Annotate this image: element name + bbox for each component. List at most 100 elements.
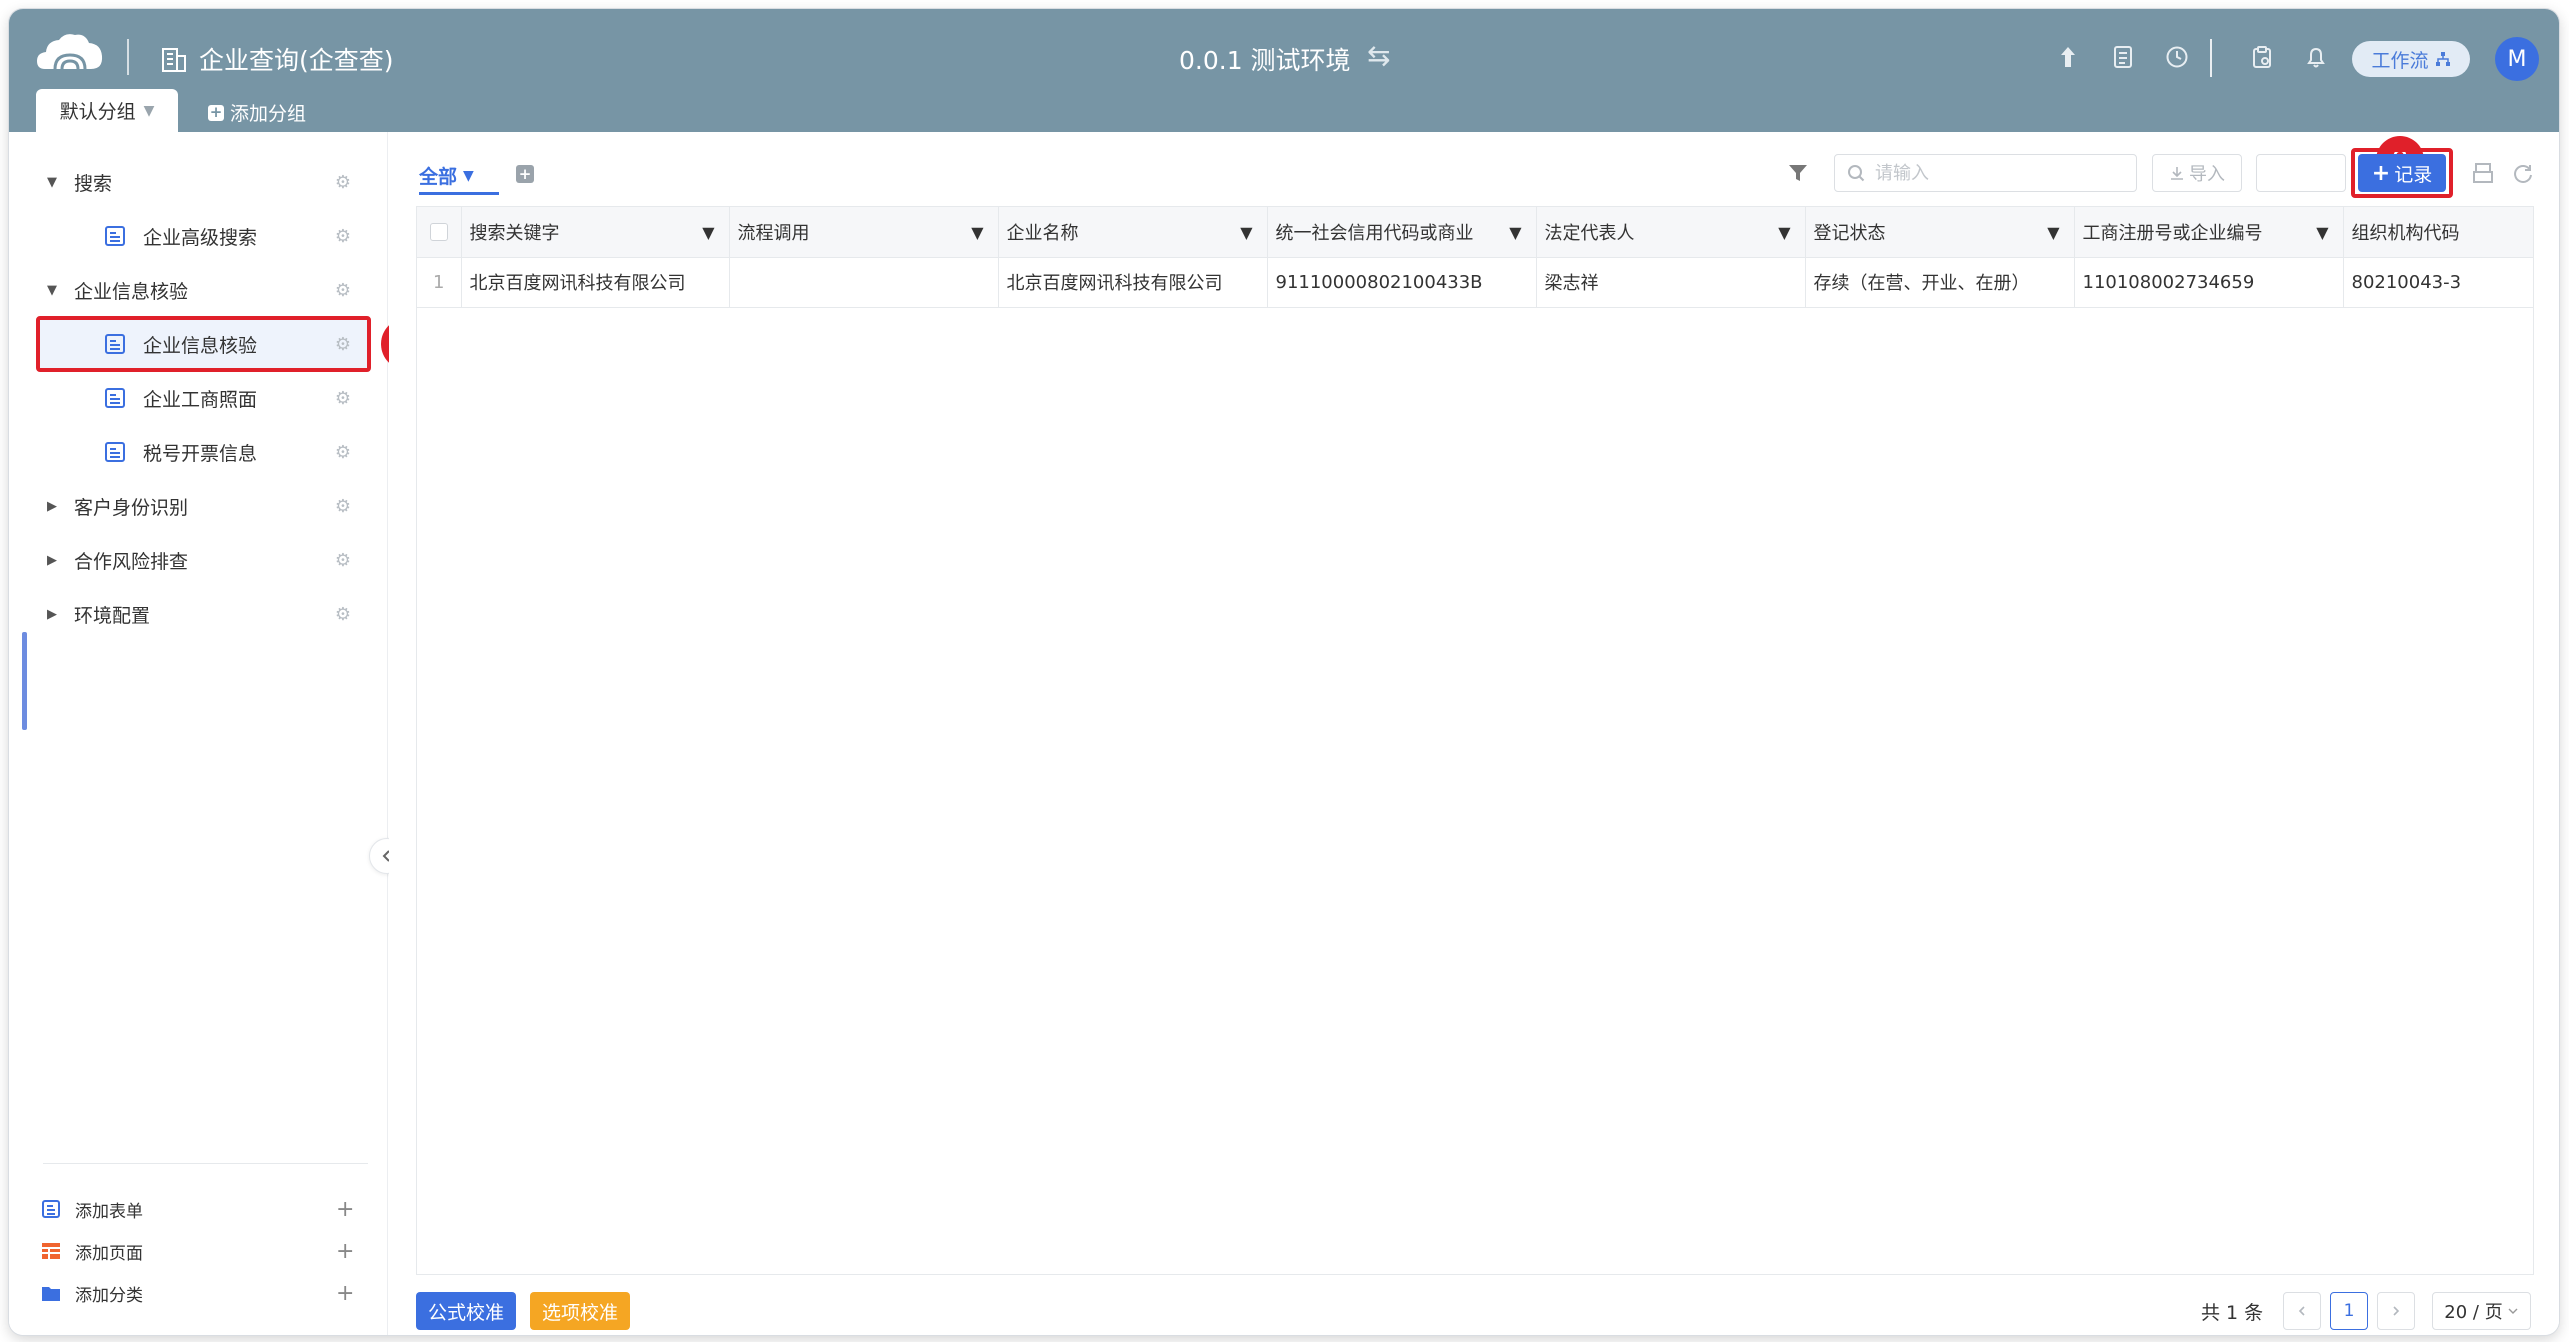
sidebar-divider	[43, 1163, 368, 1164]
folder-add-icon	[42, 1287, 60, 1301]
column-header[interactable]: 登记状态 ▼	[1805, 207, 2075, 258]
import-button[interactable]: 导入	[2152, 154, 2242, 192]
table-cell[interactable]: 北京百度网讯科技有限公司	[998, 257, 1268, 308]
column-header-label: 统一社会信用代码或商业	[1275, 222, 1474, 244]
caret-down-icon[interactable]: ▼	[2316, 223, 2328, 242]
plus-icon: +	[336, 1238, 355, 1264]
select-all-checkbox[interactable]	[429, 222, 448, 241]
print-icon[interactable]	[2469, 159, 2497, 187]
user-avatar[interactable]: M	[2495, 37, 2539, 81]
gear-icon[interactable]: ⚙	[334, 496, 352, 517]
select-all-cell[interactable]	[417, 207, 462, 258]
table-row[interactable]: 1 北京百度网讯科技有限公司 北京百度网讯科技有限公司 911100008021…	[417, 257, 2534, 308]
caret-down-icon[interactable]: ▼	[971, 223, 983, 242]
column-header-label: 企业名称	[1006, 222, 1079, 244]
document-icon[interactable]	[2109, 43, 2137, 71]
sidebar-item-label: 企业信息核验	[74, 280, 189, 303]
table-cell[interactable]: 110108002734659	[2074, 257, 2344, 308]
cloud-logo-icon[interactable]	[35, 31, 105, 75]
chevron-left-icon	[2298, 1306, 2305, 1316]
sidebar-item-label: 环境配置	[74, 604, 151, 627]
plus-icon: +	[208, 103, 224, 121]
sidebar-folder-customer-id[interactable]: ▶ 客户身份识别 ⚙	[9, 481, 369, 531]
sidebar-item-advanced-search[interactable]: 企业高级搜索 ⚙	[9, 211, 369, 261]
column-header-label: 搜索关键字	[469, 222, 560, 244]
page-number-button[interactable]: 1	[2330, 1292, 2368, 1330]
column-header[interactable]: 搜索关键字 ▼	[461, 207, 730, 258]
search-icon	[1848, 165, 1865, 182]
prev-page-button[interactable]	[2283, 1292, 2321, 1330]
gear-icon[interactable]: ⚙	[334, 442, 352, 463]
gear-icon[interactable]: ⚙	[334, 280, 352, 301]
sidebar-folder-risk-check[interactable]: ▶ 合作风险排查 ⚙	[9, 535, 369, 585]
add-form-label: 添加表单	[75, 1201, 143, 1222]
caret-down-icon[interactable]: ▼	[1240, 223, 1252, 242]
column-header[interactable]: 企业名称 ▼	[998, 207, 1268, 258]
add-form-button[interactable]: 添加表单 +	[41, 1191, 361, 1227]
form-icon	[105, 442, 125, 462]
sidebar-item-tax-invoice[interactable]: 税号开票信息 ⚙	[9, 427, 369, 477]
sidebar-scrollbar[interactable]	[22, 632, 27, 730]
chevron-down-icon	[2508, 1308, 2518, 1314]
gear-icon[interactable]: ⚙	[334, 388, 352, 409]
search-input[interactable]	[1875, 162, 2115, 184]
table-cell[interactable]	[729, 257, 999, 308]
sidebar-folder-search[interactable]: ▼ 搜索 ⚙	[9, 157, 369, 207]
active-tab-indicator	[419, 192, 499, 195]
column-header[interactable]: 工商注册号或企业编号 ▼	[2074, 207, 2344, 258]
download-icon	[2171, 167, 2183, 180]
sidebar-item-business-info[interactable]: 企业工商照面 ⚙	[9, 373, 369, 423]
caret-down-icon[interactable]: ▼	[702, 223, 714, 242]
environment-title[interactable]: 0.0.1 测试环境	[1179, 41, 1351, 77]
column-header[interactable]: 流程调用 ▼	[729, 207, 999, 258]
add-page-button[interactable]: 添加页面 +	[41, 1233, 361, 1269]
column-header-label: 法定代表人	[1544, 222, 1635, 244]
column-header-label: 工商注册号或企业编号	[2082, 222, 2263, 244]
add-category-button[interactable]: 添加分类 +	[41, 1275, 361, 1311]
formula-calibrate-button[interactable]: 公式校准	[416, 1292, 516, 1330]
group-tab-label: 默认分组	[59, 101, 136, 123]
add-group-button[interactable]: + 添加分组	[208, 99, 306, 126]
caret-right-icon[interactable]: ▶	[45, 553, 59, 568]
gear-icon[interactable]: ⚙	[334, 172, 352, 193]
caret-down-icon[interactable]: ▼	[45, 175, 59, 190]
table-cell[interactable]: 北京百度网讯科技有限公司	[461, 257, 730, 308]
add-view-button[interactable]: +	[516, 165, 534, 183]
table-cell[interactable]: 91110000802100433B	[1267, 257, 1537, 308]
switch-environment-icon[interactable]: ⇆	[1367, 39, 1390, 72]
table-cell[interactable]: 梁志祥	[1536, 257, 1806, 308]
upload-icon[interactable]	[2054, 43, 2082, 71]
caret-right-icon[interactable]: ▶	[45, 499, 59, 514]
next-page-button[interactable]	[2377, 1292, 2415, 1330]
filter-icon[interactable]	[1786, 161, 1810, 185]
gear-icon[interactable]: ⚙	[334, 226, 352, 247]
column-header[interactable]: 统一社会信用代码或商业 ▼	[1267, 207, 1537, 258]
column-header[interactable]: 法定代表人 ▼	[1536, 207, 1806, 258]
option-calibrate-button[interactable]: 选项校准	[530, 1292, 630, 1330]
caret-down-icon[interactable]: ▼	[45, 283, 59, 298]
caret-down-icon[interactable]: ▼	[1509, 223, 1521, 242]
table-cell[interactable]: 存续（在营、开业、在册）	[1805, 257, 2075, 308]
sidebar-item-label: 企业工商照面	[143, 388, 258, 411]
sidebar-folder-verification[interactable]: ▼ 企业信息核验 ⚙	[9, 265, 369, 315]
page-size-select[interactable]: 20 / 页	[2432, 1292, 2531, 1330]
history-clock-icon[interactable]	[2163, 43, 2191, 71]
gear-icon[interactable]: ⚙	[334, 604, 352, 625]
refresh-icon[interactable]	[2509, 159, 2537, 187]
view-tab-all[interactable]: 全部 ▼	[419, 162, 474, 189]
group-tab-default[interactable]: 默认分组 ▼	[36, 89, 178, 132]
clipboard-icon[interactable]	[2248, 43, 2276, 71]
export-button[interactable]	[2256, 154, 2346, 192]
notification-bell-icon[interactable]	[2302, 43, 2330, 71]
caret-down-icon[interactable]: ▼	[1778, 223, 1790, 242]
view-tab-label: 全部	[419, 166, 458, 188]
table-cell[interactable]: 80210043-3	[2343, 257, 2534, 308]
gear-icon[interactable]: ⚙	[334, 550, 352, 571]
caret-right-icon[interactable]: ▶	[45, 607, 59, 622]
sidebar-folder-environment[interactable]: ▶ 环境配置 ⚙	[9, 589, 369, 639]
workflow-button[interactable]: 工作流	[2352, 41, 2470, 77]
header-separator	[2210, 39, 2212, 77]
caret-down-icon[interactable]: ▼	[2047, 223, 2059, 242]
column-header[interactable]: 组织机构代码	[2343, 207, 2534, 258]
search-field[interactable]	[1834, 154, 2137, 192]
